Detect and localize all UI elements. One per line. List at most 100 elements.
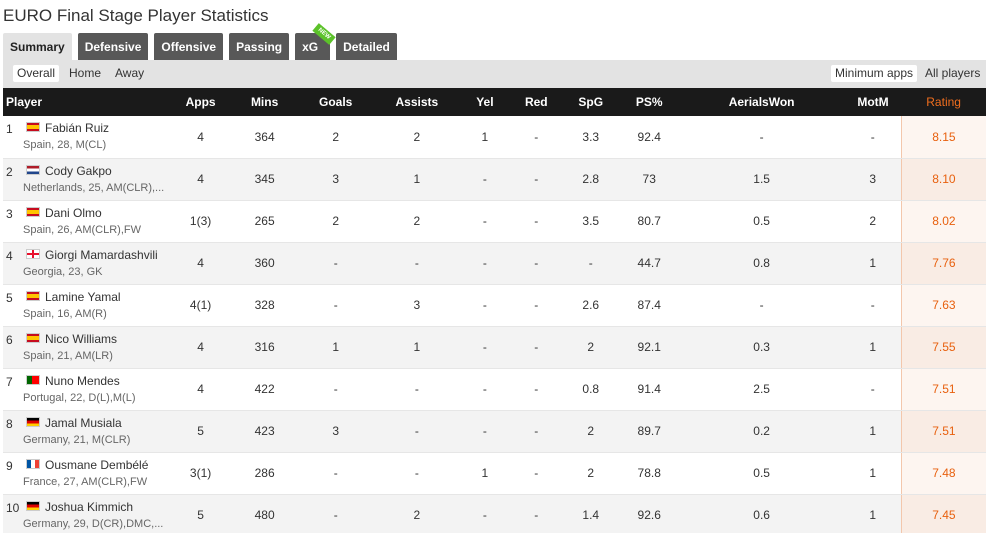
- ps-cell: 92.1: [619, 326, 679, 369]
- filter-away[interactable]: Away: [111, 65, 148, 82]
- table-row: 4 Giorgi Mamardashvili Georgia, 23, GK 4…: [3, 242, 986, 285]
- player-cell: 4 Giorgi Mamardashvili Georgia, 23, GK: [3, 242, 169, 285]
- col-goals[interactable]: Goals: [296, 88, 375, 116]
- player-rank: 4: [6, 248, 13, 263]
- spg-cell: 3.5: [561, 200, 620, 243]
- spg-cell: 1.4: [561, 494, 620, 533]
- col-aerials-won[interactable]: AerialsWon: [678, 88, 845, 116]
- player-rank: 8: [6, 416, 13, 431]
- tab-xg-label: xG: [302, 39, 319, 54]
- spg-cell: 3.3: [561, 116, 620, 159]
- apps-cell: 4: [168, 158, 233, 201]
- col-mins[interactable]: Mins: [232, 88, 297, 116]
- mins-cell: 345: [232, 158, 297, 201]
- col-motm[interactable]: MotM: [844, 88, 902, 116]
- assists-cell: 3: [375, 284, 459, 327]
- ps-cell: 92.4: [619, 116, 679, 159]
- col-player[interactable]: Player: [3, 88, 169, 116]
- aerials-cell: 0.5: [678, 452, 845, 495]
- aerials-cell: -: [678, 116, 845, 159]
- player-name-link[interactable]: Lamine Yamal: [45, 290, 121, 304]
- goals-cell: -: [296, 368, 375, 411]
- filter-minimum-apps[interactable]: Minimum apps: [831, 65, 918, 82]
- player-rank: 2: [6, 164, 13, 179]
- filter-all-players[interactable]: All players: [921, 65, 984, 82]
- rating-cell: 7.76: [900, 242, 986, 285]
- france-flag-icon: [26, 458, 40, 469]
- motm-cell: -: [844, 368, 902, 411]
- col-ps[interactable]: PS%: [619, 88, 679, 116]
- apps-cell: 1(3): [168, 200, 233, 243]
- col-yel[interactable]: Yel: [458, 88, 512, 116]
- col-red[interactable]: Red: [511, 88, 562, 116]
- rating-cell: 7.51: [900, 410, 986, 453]
- player-cell: 9 Ousmane Dembélé France, 27, AM(CLR),FW: [3, 452, 169, 495]
- stats-tabs: Summary Defensive Offensive Passing xG N…: [3, 23, 403, 60]
- portugal-flag-icon: [26, 374, 40, 385]
- assists-cell: 2: [375, 494, 459, 533]
- tab-defensive[interactable]: Defensive: [77, 33, 149, 60]
- yel-cell: -: [458, 494, 512, 533]
- yel-cell: -: [458, 284, 512, 327]
- yel-cell: -: [458, 158, 512, 201]
- tab-detailed[interactable]: Detailed: [336, 33, 397, 60]
- tab-summary[interactable]: Summary: [3, 33, 72, 60]
- spg-cell: 2: [561, 410, 620, 453]
- table-row: 10 Joshua Kimmich Germany, 29, D(CR),DMC…: [3, 494, 986, 533]
- table-row: 8 Jamal Musiala Germany, 21, M(CLR) 5 42…: [3, 410, 986, 453]
- spain-flag-icon: [26, 332, 40, 343]
- spain-flag-icon: [26, 290, 40, 301]
- col-spg[interactable]: SpG: [561, 88, 620, 116]
- player-name-link[interactable]: Nuno Mendes: [45, 374, 120, 388]
- player-cell: 5 Lamine Yamal Spain, 16, AM(R): [3, 284, 169, 327]
- spain-flag-icon: [26, 206, 40, 217]
- player-meta: Spain, 28, M(CL): [23, 139, 107, 151]
- player-name-link[interactable]: Ousmane Dembélé: [45, 458, 148, 472]
- filter-overall[interactable]: Overall: [13, 65, 60, 82]
- ps-cell: 87.4: [619, 284, 679, 327]
- player-name-link[interactable]: Giorgi Mamardashvili: [45, 248, 158, 262]
- player-name-link[interactable]: Joshua Kimmich: [45, 500, 133, 514]
- red-cell: -: [511, 200, 562, 243]
- tab-xg[interactable]: xG NEW: [295, 23, 336, 60]
- filter-home[interactable]: Home: [65, 65, 105, 82]
- table-row: 9 Ousmane Dembélé France, 27, AM(CLR),FW…: [3, 452, 986, 495]
- player-cell: 3 Dani Olmo Spain, 26, AM(CLR),FW: [3, 200, 169, 243]
- table-header: Player Apps Mins Goals Assists Yel Red S…: [3, 88, 986, 116]
- table-row: 6 Nico Williams Spain, 21, AM(LR) 4 316 …: [3, 326, 986, 369]
- apps-cell: 4: [168, 326, 233, 369]
- player-name-link[interactable]: Fabián Ruiz: [45, 121, 109, 135]
- player-name-link[interactable]: Dani Olmo: [45, 206, 102, 220]
- assists-cell: 2: [375, 200, 459, 243]
- motm-cell: 2: [844, 200, 902, 243]
- motm-cell: 1: [844, 242, 902, 285]
- rating-cell: 7.51: [900, 368, 986, 411]
- player-cell: 7 Nuno Mendes Portugal, 22, D(L),M(L): [3, 368, 169, 411]
- apps-cell: 4: [168, 242, 233, 285]
- aerials-cell: 0.5: [678, 200, 845, 243]
- goals-cell: -: [296, 494, 375, 533]
- apps-cell: 3(1): [168, 452, 233, 495]
- aerials-cell: 2.5: [678, 368, 845, 411]
- rating-cell: 8.15: [900, 116, 986, 159]
- tab-passing[interactable]: Passing: [229, 33, 290, 60]
- yel-cell: 1: [458, 452, 512, 495]
- player-name-link[interactable]: Nico Williams: [45, 332, 117, 346]
- red-cell: -: [511, 158, 562, 201]
- motm-cell: 1: [844, 494, 902, 533]
- ps-cell: 44.7: [619, 242, 679, 285]
- col-apps[interactable]: Apps: [168, 88, 233, 116]
- yel-cell: 1: [458, 116, 512, 159]
- mins-cell: 316: [232, 326, 297, 369]
- goals-cell: 3: [296, 158, 375, 201]
- player-name-link[interactable]: Cody Gakpo: [45, 164, 112, 178]
- red-cell: -: [511, 494, 562, 533]
- col-assists[interactable]: Assists: [375, 88, 459, 116]
- assists-cell: -: [375, 452, 459, 495]
- player-rank: 7: [6, 374, 13, 389]
- col-rating[interactable]: Rating: [901, 88, 986, 116]
- spain-flag-icon: [26, 122, 40, 132]
- netherlands-flag-icon: [26, 164, 40, 175]
- tab-offensive[interactable]: Offensive: [154, 33, 224, 60]
- player-name-link[interactable]: Jamal Musiala: [45, 416, 122, 430]
